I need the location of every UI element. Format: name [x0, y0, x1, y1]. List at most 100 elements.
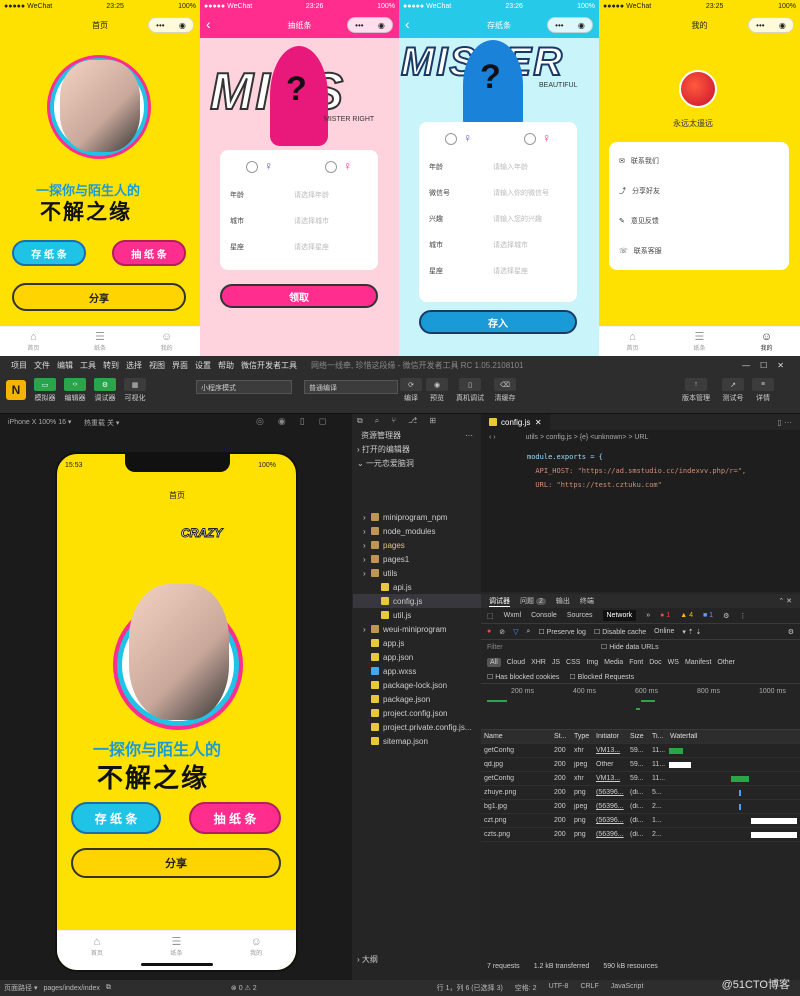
gear-icon[interactable]: ⚙ [723, 612, 729, 620]
mode-select[interactable]: 小程序模式 [196, 380, 292, 394]
details-button[interactable]: ≡ 详情 [752, 378, 774, 403]
tree-item[interactable]: util.js [353, 608, 481, 622]
tab-debugger[interactable]: 调试器 [489, 596, 510, 607]
type-filter[interactable]: All [487, 657, 501, 667]
avatar[interactable] [679, 70, 717, 108]
tab-network[interactable]: Network [602, 610, 637, 621]
problems-indicator[interactable]: ⊗ 0 ⚠ 2 [231, 984, 257, 992]
field-input[interactable]: 请选择城市 [294, 216, 329, 226]
store-note-button[interactable]: 存 纸 条 [71, 802, 161, 834]
overview-timeline[interactable]: 200 ms 400 ms 600 ms 800 ms 1000 ms [481, 684, 800, 730]
form-row[interactable]: 星座 请选择星座 [220, 234, 378, 260]
column-header[interactable]: Ti... [649, 733, 667, 740]
tree-item[interactable]: › pages1 [353, 552, 481, 566]
tab-issues[interactable]: 问题 2 [520, 596, 546, 606]
tree-item[interactable]: › miniprogram_npm [353, 510, 481, 524]
cell-initiator[interactable]: Other [593, 761, 627, 768]
preview-button[interactable]: ◉ 预览 [426, 378, 448, 403]
tree-item[interactable]: app.wxss [353, 664, 481, 678]
tab-sources[interactable]: Sources [567, 612, 593, 619]
more-icon[interactable]: ··· [465, 431, 473, 440]
menu-item[interactable]: 文件 [34, 360, 50, 371]
test-account-button[interactable]: ↗ 测试号 [722, 378, 744, 403]
status-item[interactable]: CRLF [580, 983, 598, 993]
tab-mine[interactable]: ☺ 我的 [760, 331, 772, 352]
tree-item[interactable]: package.json [353, 692, 481, 706]
table-row[interactable]: bg1.jpg 200 jpeg (56396... (di... 2... [481, 800, 800, 814]
field-input[interactable]: 请输入您的兴趣 [493, 214, 542, 224]
code-line[interactable]: URL: "https://test.cztuku.com" [527, 478, 800, 492]
tab-home[interactable]: ⌂ 首页 [91, 936, 103, 957]
menu-item[interactable]: ☏ 联系客服 [609, 236, 789, 266]
close-icon[interactable]: ◉ [179, 21, 186, 30]
menu-item[interactable]: ✉ 联系我们 [609, 146, 789, 176]
back-icon[interactable]: ‹ [206, 16, 211, 32]
simulator-toggle[interactable]: ▭ 模拟器 [34, 378, 56, 403]
menu-item[interactable]: 设置 [195, 360, 211, 371]
tree-item[interactable]: › weui-miniprogram [353, 622, 481, 636]
tab-mine[interactable]: ☺ 我的 [250, 936, 262, 957]
page-path-label[interactable]: 页面路径 ▾ [4, 983, 37, 993]
clear-icon[interactable]: ⊘ [499, 628, 505, 636]
preserve-log-checkbox[interactable]: ☐ Preserve log [538, 628, 586, 636]
type-filter[interactable]: Other [717, 659, 735, 666]
tab-terminal[interactable]: 终端 [580, 596, 594, 606]
menu-item[interactable]: 微信开发者工具 [241, 360, 297, 371]
tab-mine[interactable]: ☺ 我的 [161, 331, 173, 352]
female-option[interactable]: ♀ [524, 131, 551, 145]
column-header[interactable]: Waterfall [667, 733, 800, 740]
capsule-menu[interactable]: ••• ◉ [347, 17, 393, 33]
editor-toggle[interactable]: ‹› 编辑器 [64, 378, 86, 403]
form-row[interactable]: 微信号 请输入你的微信号 [419, 180, 577, 206]
field-input[interactable]: 请选择城市 [493, 240, 528, 250]
female-option[interactable]: ♀ [325, 159, 352, 173]
close-icon[interactable]: ◉ [578, 21, 585, 30]
tree-item[interactable]: app.js [353, 636, 481, 650]
code-line[interactable]: API_HOST: "https://ad.smstudio.cc/indexv… [527, 464, 800, 478]
deposit-button[interactable]: 存入 [419, 310, 577, 334]
tree-item[interactable]: app.json [353, 650, 481, 664]
menu-item[interactable]: 工具 [80, 360, 96, 371]
status-item[interactable]: JavaScript [611, 983, 644, 993]
type-filter[interactable]: JS [552, 659, 560, 666]
open-editors[interactable]: 打开的编辑器 [362, 444, 410, 455]
close-icon[interactable]: ✕ [535, 418, 542, 427]
table-row[interactable]: zhuye.png 200 png (56396... (di... 5... [481, 786, 800, 800]
field-input[interactable]: 请输入你的微信号 [493, 188, 549, 198]
code-line[interactable]: module.exports = { [527, 450, 800, 464]
menu-item[interactable]: 编辑 [57, 360, 73, 371]
tab-home[interactable]: ⌂ 首页 [27, 331, 39, 352]
form-row[interactable]: 年龄 请输入年龄 [419, 154, 577, 180]
record-icon[interactable]: ● [487, 628, 491, 635]
panel-controls[interactable]: ⌃ ✕ [778, 597, 792, 605]
clear-cache-button[interactable]: ⌫ 清缓存 [494, 378, 516, 403]
column-header[interactable]: Name [481, 733, 551, 740]
form-row[interactable]: 星座 请选择星座 [419, 258, 577, 284]
type-filter[interactable]: Doc [649, 659, 661, 666]
menu-item[interactable]: 项目 [11, 360, 27, 371]
type-filter[interactable]: Manifest [685, 659, 711, 666]
male-option[interactable]: ♀ [445, 131, 472, 145]
nav-arrows[interactable]: ‹ › [489, 434, 496, 441]
menu-item[interactable]: 选择 [126, 360, 142, 371]
table-row[interactable]: czts.png 200 png (56396... (di... 2... [481, 828, 800, 842]
compile-select[interactable]: 普通编译 [304, 380, 398, 394]
remote-debug-button[interactable]: ▯ 真机调试 [456, 378, 484, 403]
page-path[interactable]: pages/index/index [43, 985, 99, 992]
tree-item[interactable]: project.config.json [353, 706, 481, 720]
type-filter[interactable]: Cloud [507, 659, 525, 666]
close-icon[interactable]: ◉ [779, 21, 786, 30]
share-button[interactable]: 分享 [12, 283, 186, 311]
filter-icon[interactable]: ▽ [513, 628, 518, 636]
tree-item[interactable]: project.private.config.js... [353, 720, 481, 734]
field-input[interactable]: 请选择年龄 [294, 190, 329, 200]
column-header[interactable]: Initiator [593, 733, 627, 740]
menu-item[interactable]: 帮助 [218, 360, 234, 371]
field-input[interactable]: 请输入年龄 [493, 162, 528, 172]
receive-button[interactable]: 领取 [220, 284, 378, 308]
hotreload-select[interactable]: 热重载 关 ▾ [84, 418, 119, 428]
type-filter[interactable]: WS [668, 659, 679, 666]
form-row[interactable]: 年龄 请选择年龄 [220, 182, 378, 208]
column-header[interactable]: Size [627, 733, 649, 740]
inspect-icon[interactable]: ⬚ [487, 612, 494, 620]
